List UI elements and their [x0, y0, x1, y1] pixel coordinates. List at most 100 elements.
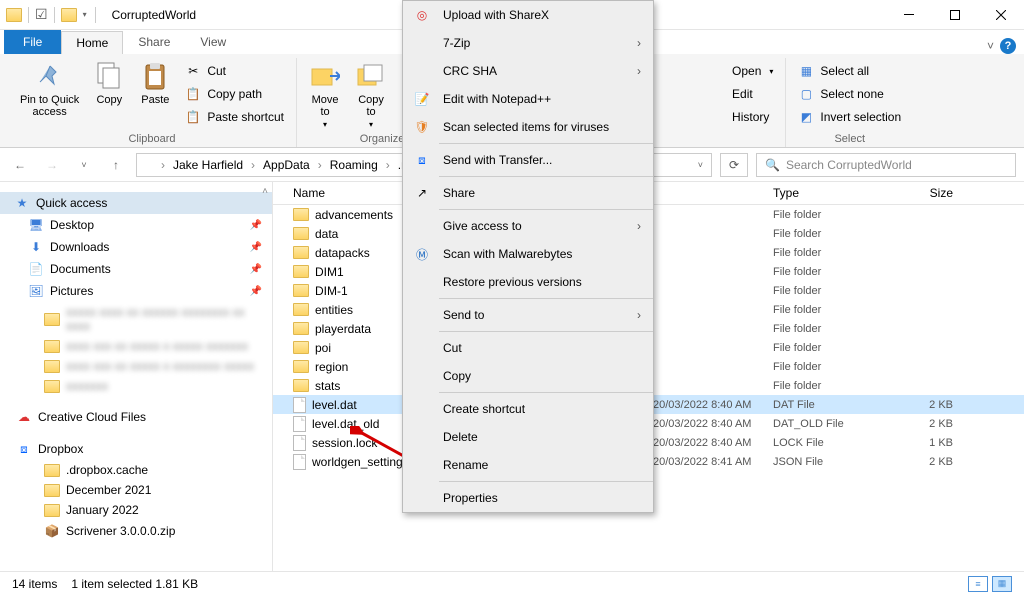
- tab-view[interactable]: View: [185, 30, 241, 54]
- sidebar-item[interactable]: xxxx xxx xx xxxxx x xxxxx xxxxxxx: [0, 336, 272, 356]
- sidebar-item[interactable]: xxxx xxx xx xxxxx x xxxxxxxx xxxxx: [0, 356, 272, 376]
- folder-icon: [44, 464, 60, 477]
- tab-home[interactable]: Home: [61, 31, 123, 54]
- ctx-create-shortcut[interactable]: Create shortcut: [403, 395, 653, 423]
- folder-icon: [44, 340, 60, 353]
- qat-dropdown-icon[interactable]: ▾: [81, 10, 89, 19]
- folder-icon: [44, 313, 60, 326]
- ctx-rename[interactable]: Rename: [403, 451, 653, 479]
- forward-button[interactable]: →: [40, 153, 64, 177]
- sidebar-creative-cloud[interactable]: ☁Creative Cloud Files: [0, 406, 272, 428]
- history-button[interactable]: History: [726, 106, 779, 128]
- cut-button[interactable]: ✂Cut: [179, 60, 290, 82]
- sidebar-downloads[interactable]: ⬇Downloads📌: [0, 236, 272, 258]
- file-type: File folder: [773, 323, 893, 335]
- ctx-malwarebytes[interactable]: ⓂScan with Malwarebytes: [403, 240, 653, 268]
- file-name: region: [315, 360, 348, 374]
- file-name: level.dat_old: [312, 417, 379, 431]
- ctx-delete[interactable]: Delete: [403, 423, 653, 451]
- ctx-send-transfer[interactable]: ⧈Send with Transfer...: [403, 146, 653, 174]
- edit-button[interactable]: Edit: [726, 83, 779, 105]
- shield-icon: 🛡: [413, 118, 431, 136]
- file-size: 2 KB: [893, 399, 973, 411]
- details-view-icon[interactable]: ≡: [968, 576, 988, 592]
- ctx-send-to[interactable]: Send to›: [403, 301, 653, 329]
- file-icon: [293, 454, 306, 470]
- ctx-7zip[interactable]: 7-Zip›: [403, 29, 653, 57]
- tab-file[interactable]: File: [4, 30, 61, 54]
- move-to-button[interactable]: Move to▾: [303, 58, 347, 131]
- file-type: File folder: [773, 380, 893, 392]
- ctx-cut[interactable]: Cut: [403, 334, 653, 362]
- ctx-notepadpp[interactable]: 📝Edit with Notepad++: [403, 85, 653, 113]
- paste-button[interactable]: Paste: [133, 58, 177, 108]
- zip-icon: 📦: [44, 523, 60, 539]
- column-date[interactable]: [653, 186, 773, 200]
- sidebar-documents[interactable]: 📄Documents📌: [0, 258, 272, 280]
- refresh-button[interactable]: ⟳: [720, 153, 748, 177]
- sidebar-dec-2021[interactable]: December 2021: [0, 480, 272, 500]
- ctx-crc[interactable]: CRC SHA›: [403, 57, 653, 85]
- folder-icon: [293, 379, 309, 392]
- file-icon: [293, 416, 306, 432]
- status-item-count: 14 items: [12, 577, 57, 591]
- file-type: File folder: [773, 247, 893, 259]
- folder-icon: [293, 246, 309, 259]
- open-button[interactable]: Open ▾: [726, 60, 779, 82]
- recent-dropdown[interactable]: ˅: [72, 153, 96, 177]
- minimize-button[interactable]: [886, 0, 932, 30]
- pin-quick-access-button[interactable]: Pin to Quick access: [14, 58, 85, 120]
- maximize-button[interactable]: [932, 0, 978, 30]
- sidebar-item[interactable]: xxxxx xxxx xx xxxxxx xxxxxxxx xx xxxx: [0, 302, 272, 336]
- copy-button[interactable]: Copy: [87, 58, 131, 108]
- ctx-share[interactable]: ↗Share: [403, 179, 653, 207]
- close-button[interactable]: [978, 0, 1024, 30]
- desktop-icon: 🖥: [28, 217, 44, 233]
- scroll-up-icon[interactable]: ˄: [262, 186, 268, 197]
- sidebar-quick-access[interactable]: ★Quick access: [0, 192, 272, 214]
- invert-icon: ◩: [798, 109, 814, 125]
- group-clipboard-label: Clipboard: [128, 133, 175, 147]
- select-all-button[interactable]: ▦Select all: [792, 60, 907, 82]
- pin-icon: 📌: [250, 242, 262, 253]
- ctx-properties[interactable]: Properties: [403, 484, 653, 512]
- ctx-upload-sharex[interactable]: ◎Upload with ShareX: [403, 1, 653, 29]
- file-name: DIM-1: [315, 284, 348, 298]
- sidebar-desktop[interactable]: 🖥Desktop📌: [0, 214, 272, 236]
- ctx-copy[interactable]: Copy: [403, 362, 653, 390]
- column-size[interactable]: Size: [893, 186, 973, 200]
- sidebar-jan-2022[interactable]: January 2022: [0, 500, 272, 520]
- search-input[interactable]: 🔍 Search CorruptedWorld: [756, 153, 1016, 177]
- pin-icon: 📌: [250, 220, 262, 231]
- tab-share[interactable]: Share: [123, 30, 185, 54]
- folder-icon: [293, 265, 309, 278]
- file-name: datapacks: [315, 246, 370, 260]
- copy-path-button[interactable]: 📋Copy path: [179, 83, 290, 105]
- paste-shortcut-button[interactable]: 📋Paste shortcut: [179, 106, 290, 128]
- qat-checkbox-icon[interactable]: ☑: [35, 6, 48, 23]
- ctx-restore[interactable]: Restore previous versions: [403, 268, 653, 296]
- file-date: 20/03/2022 8:40 AM: [653, 399, 773, 411]
- column-type[interactable]: Type: [773, 186, 893, 200]
- sidebar-pictures[interactable]: 🖼Pictures📌: [0, 280, 272, 302]
- copy-to-button[interactable]: Copy to▾: [349, 58, 393, 131]
- copy-path-icon: 📋: [185, 86, 201, 102]
- ctx-scan-virus[interactable]: 🛡Scan selected items for viruses: [403, 113, 653, 141]
- ctx-give-access[interactable]: Give access to›: [403, 212, 653, 240]
- back-button[interactable]: ←: [8, 153, 32, 177]
- up-button[interactable]: ↑: [104, 153, 128, 177]
- sidebar-scrivener[interactable]: 📦Scrivener 3.0.0.0.zip: [0, 520, 272, 542]
- invert-selection-button[interactable]: ◩Invert selection: [792, 106, 907, 128]
- file-icon: [293, 397, 306, 413]
- sidebar-item[interactable]: xxxxxxx: [0, 376, 272, 396]
- folder-icon: [293, 322, 309, 335]
- chevron-down-icon[interactable]: ˅: [698, 160, 707, 170]
- sidebar-dropbox-cache[interactable]: .dropbox.cache: [0, 460, 272, 480]
- select-none-button[interactable]: ▢Select none: [792, 83, 907, 105]
- scissors-icon: ✂: [185, 63, 201, 79]
- chevron-right-icon: ›: [637, 308, 641, 322]
- sidebar-dropbox[interactable]: ⧈Dropbox: [0, 438, 272, 460]
- ribbon-collapse-icon[interactable]: ˅: [987, 39, 994, 53]
- help-icon[interactable]: ?: [1000, 38, 1016, 54]
- thumb-view-icon[interactable]: ▦: [992, 576, 1012, 592]
